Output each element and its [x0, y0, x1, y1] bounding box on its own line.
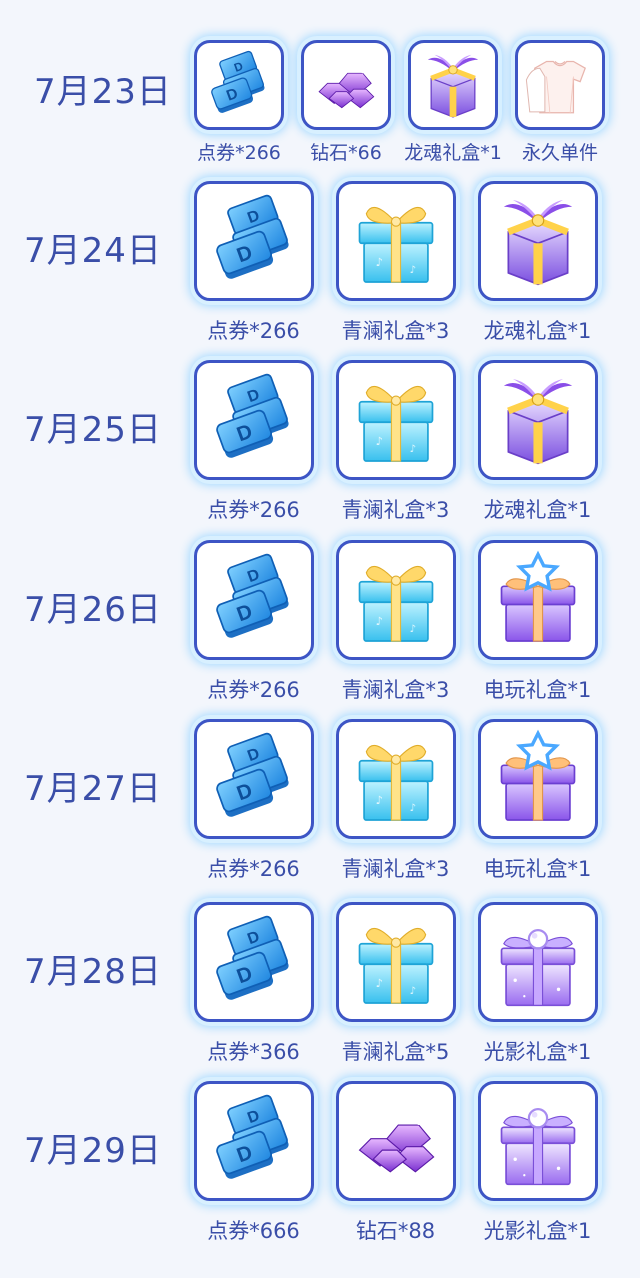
reward-item[interactable]: ♪ ♪ 青澜礼盒*3	[335, 360, 456, 522]
reward-label: 龙魂礼盒*1	[404, 142, 502, 164]
reward-item[interactable]: 龙魂礼盒*1	[477, 181, 598, 343]
light-shadow-gift-box-icon	[477, 1081, 598, 1201]
voucher-icon: D D	[193, 719, 314, 839]
reward-item[interactable]: D D 点券*266	[193, 181, 314, 343]
svg-text:♪: ♪	[375, 614, 382, 628]
clothing-icon	[515, 40, 605, 130]
qinglan-gift-box-icon: ♪ ♪	[335, 540, 456, 660]
reward-item[interactable]: 龙魂礼盒*1	[477, 360, 598, 522]
reward-item[interactable]: D D 点券*366	[193, 902, 314, 1064]
date-label: 7月25日	[24, 410, 162, 450]
reward-label: 点券*366	[207, 1040, 300, 1064]
reward-label: 电玩礼盒*1	[483, 678, 592, 702]
qinglan-gift-box-icon: ♪ ♪	[335, 719, 456, 839]
reward-item[interactable]: 钻石*88	[335, 1081, 456, 1243]
date-label: 7月24日	[24, 231, 162, 271]
voucher-icon: D D	[193, 902, 314, 1022]
date-label: 7月28日	[24, 952, 162, 992]
qinglan-gift-box-icon: ♪ ♪	[335, 360, 456, 480]
reward-item[interactable]: 龙魂礼盒*1	[404, 40, 502, 164]
reward-item[interactable]: 电玩礼盒*1	[477, 719, 598, 881]
reward-label: 点券*666	[207, 1219, 300, 1243]
svg-text:♪: ♪	[375, 434, 382, 448]
diamond-icon	[301, 40, 391, 130]
light-shadow-gift-box-icon	[477, 902, 598, 1022]
voucher-icon: D D	[193, 181, 314, 301]
svg-text:♪: ♪	[409, 623, 416, 635]
reward-item[interactable]: ♪ ♪ 青澜礼盒*3	[335, 540, 456, 702]
reward-label: 光影礼盒*1	[483, 1219, 592, 1243]
reward-label: 点券*266	[207, 498, 300, 522]
reward-label: 龙魂礼盒*1	[483, 319, 592, 343]
reward-label: 电玩礼盒*1	[483, 857, 592, 881]
svg-text:♪: ♪	[409, 264, 416, 276]
reward-item[interactable]: D D 点券*266	[193, 40, 285, 164]
voucher-icon: D D	[193, 360, 314, 480]
qinglan-gift-box-icon: ♪ ♪	[335, 902, 456, 1022]
reward-label: 点券*266	[207, 857, 300, 881]
reward-label: 光影礼盒*1	[483, 1040, 592, 1064]
reward-label: 点券*266	[207, 319, 300, 343]
reward-label: 青澜礼盒*3	[341, 857, 450, 881]
date-label: 7月29日	[24, 1131, 162, 1171]
reward-item[interactable]: 电玩礼盒*1	[477, 540, 598, 702]
svg-text:♪: ♪	[375, 793, 382, 807]
reward-item[interactable]: D D 点券*266	[193, 719, 314, 881]
reward-item[interactable]: D D 点券*266	[193, 540, 314, 702]
reward-item[interactable]: 钻石*66	[300, 40, 392, 164]
day-row: 7月28日 D D 点券*366 ♪ ♪ 青澜礼盒*5 光影礼盒*1	[0, 902, 640, 1072]
diamond-icon	[335, 1081, 456, 1201]
date-label: 7月23日	[34, 72, 172, 112]
qinglan-gift-box-icon: ♪ ♪	[335, 181, 456, 301]
reward-label: 青澜礼盒*3	[341, 498, 450, 522]
reward-item[interactable]: ♪ ♪ 青澜礼盒*3	[335, 719, 456, 881]
voucher-icon: D D	[193, 540, 314, 660]
day-row: 7月23日 D D 点券*266 钻石*66 龙魂礼盒*1 永久单件	[0, 0, 640, 172]
svg-text:♪: ♪	[375, 255, 382, 269]
video-game-gift-box-icon	[477, 540, 598, 660]
day-row: 7月25日 D D 点券*266 ♪ ♪ 青澜礼盒*3 龙魂礼盒*1	[0, 360, 640, 530]
reward-label: 钻石*88	[355, 1219, 436, 1243]
reward-item[interactable]: 永久单件	[514, 40, 606, 164]
svg-text:♪: ♪	[409, 985, 416, 997]
reward-label: 点券*266	[207, 678, 300, 702]
dragon-soul-gift-box-icon	[408, 40, 498, 130]
date-label: 7月27日	[24, 769, 162, 809]
svg-text:♪: ♪	[375, 976, 382, 990]
reward-item[interactable]: 光影礼盒*1	[477, 1081, 598, 1243]
day-row: 7月24日 D D 点券*266 ♪ ♪ 青澜礼盒*3 龙魂礼盒*1	[0, 181, 640, 351]
reward-item[interactable]: D D 点券*266	[193, 360, 314, 522]
date-label: 7月26日	[24, 590, 162, 630]
reward-label: 点券*266	[197, 142, 281, 164]
dragon-soul-gift-box-icon	[477, 181, 598, 301]
day-row: 7月29日 D D 点券*666 钻石*88 光影礼盒*1	[0, 1081, 640, 1251]
day-row: 7月27日 D D 点券*266 ♪ ♪ 青澜礼盒*3 电玩礼盒*1	[0, 719, 640, 889]
reward-item[interactable]: D D 点券*666	[193, 1081, 314, 1243]
day-row: 7月26日 D D 点券*266 ♪ ♪ 青澜礼盒*3 电玩礼盒*1	[0, 540, 640, 710]
voucher-icon: D D	[194, 40, 284, 130]
dragon-soul-gift-box-icon	[477, 360, 598, 480]
reward-label: 钻石*66	[310, 142, 382, 164]
reward-label: 龙魂礼盒*1	[483, 498, 592, 522]
reward-item[interactable]: ♪ ♪ 青澜礼盒*5	[335, 902, 456, 1064]
reward-label: 永久单件	[521, 142, 599, 164]
voucher-icon: D D	[193, 1081, 314, 1201]
svg-text:♪: ♪	[409, 802, 416, 814]
reward-label: 青澜礼盒*5	[341, 1040, 450, 1064]
svg-text:♪: ♪	[409, 443, 416, 455]
video-game-gift-box-icon	[477, 719, 598, 839]
reward-label: 青澜礼盒*3	[341, 678, 450, 702]
reward-item[interactable]: 光影礼盒*1	[477, 902, 598, 1064]
reward-label: 青澜礼盒*3	[341, 319, 450, 343]
reward-item[interactable]: ♪ ♪ 青澜礼盒*3	[335, 181, 456, 343]
